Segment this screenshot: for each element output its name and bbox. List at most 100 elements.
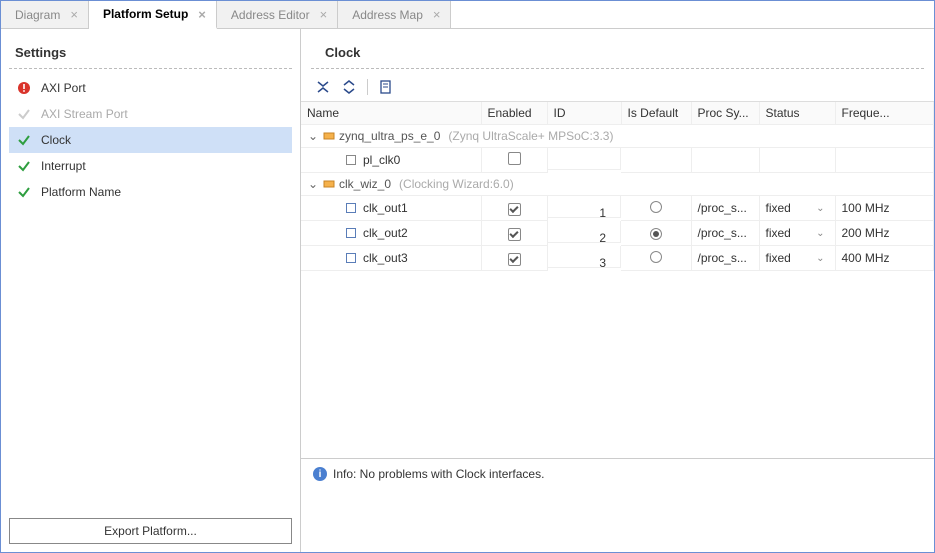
col-id[interactable]: ID	[547, 102, 621, 125]
info-bar: i Info: No problems with Clock interface…	[301, 458, 934, 552]
clock-id	[548, 148, 622, 170]
table-row[interactable]: clk_out1 1 /proc_s... fixed ⌄ 100 MHz	[301, 196, 934, 221]
tab-label: Address Editor	[231, 8, 310, 22]
clock-panel: Clock Name Enabled	[301, 29, 934, 552]
chevron-down-icon[interactable]: ⌄	[816, 203, 824, 214]
is-default-radio[interactable]	[650, 228, 662, 240]
table-header-row: Name Enabled ID Is Default Proc Sy... St…	[301, 102, 934, 125]
freq-cell: 400 MHz	[835, 246, 934, 271]
document-icon[interactable]	[378, 79, 394, 95]
status-value: fixed	[766, 226, 791, 240]
close-icon[interactable]: ×	[70, 7, 78, 22]
expand-all-icon[interactable]	[341, 79, 357, 95]
clock-id[interactable]: 1	[548, 196, 622, 218]
port-icon	[345, 252, 357, 264]
group-meta: (Zynq UltraScale+ MPSoC:3.3)	[448, 129, 613, 143]
enabled-checkbox[interactable]	[508, 228, 521, 241]
enabled-checkbox[interactable]	[508, 152, 521, 165]
proc-sys-cell	[691, 148, 759, 173]
check-icon	[17, 133, 31, 147]
col-frequency[interactable]: Freque...	[835, 102, 934, 125]
collapse-all-icon[interactable]	[315, 79, 331, 95]
settings-item-label: AXI Port	[41, 81, 86, 95]
status-cell	[759, 148, 835, 173]
port-icon	[345, 227, 357, 239]
info-text: Info: No problems with Clock interfaces.	[333, 467, 544, 481]
tab-address-map[interactable]: Address Map ×	[338, 1, 451, 28]
settings-item-platform-name[interactable]: Platform Name	[9, 179, 292, 205]
tab-label: Diagram	[15, 8, 60, 22]
settings-item-label: Interrupt	[41, 159, 86, 173]
chevron-down-icon[interactable]: ⌄	[307, 177, 319, 191]
freq-cell: 100 MHz	[835, 196, 934, 221]
freq-cell	[835, 148, 934, 173]
enabled-checkbox[interactable]	[508, 253, 521, 266]
proc-sys-cell[interactable]: /proc_s...	[691, 246, 759, 271]
chevron-down-icon[interactable]: ⌄	[816, 253, 824, 264]
tab-label: Platform Setup	[103, 7, 188, 21]
tab-label: Address Map	[352, 8, 423, 22]
proc-sys-cell[interactable]: /proc_s...	[691, 196, 759, 221]
clock-name: clk_out3	[363, 251, 408, 265]
settings-item-clock[interactable]: Clock	[9, 127, 292, 153]
clock-toolbar	[301, 75, 934, 99]
close-icon[interactable]: ×	[198, 7, 206, 22]
check-icon	[17, 185, 31, 199]
tab-address-editor[interactable]: Address Editor ×	[217, 1, 338, 28]
group-meta: (Clocking Wizard:6.0)	[399, 177, 514, 191]
clock-id[interactable]: 2	[548, 221, 622, 243]
clock-name: clk_out2	[363, 226, 408, 240]
settings-item-axi-stream-port[interactable]: AXI Stream Port	[9, 101, 292, 127]
is-default-radio[interactable]	[650, 251, 662, 263]
toolbar-separator	[367, 79, 368, 95]
settings-item-label: Clock	[41, 133, 71, 147]
group-name: zynq_ultra_ps_e_0	[339, 129, 440, 143]
group-name: clk_wiz_0	[339, 177, 391, 191]
close-icon[interactable]: ×	[433, 7, 441, 22]
ip-block-icon	[323, 130, 335, 142]
clock-id[interactable]: 3	[548, 246, 622, 268]
table-row[interactable]: pl_clk0	[301, 148, 934, 173]
settings-header: Settings	[9, 39, 292, 69]
settings-item-interrupt[interactable]: Interrupt	[9, 153, 292, 179]
is-default-cell	[621, 148, 691, 173]
port-icon	[345, 154, 357, 166]
chevron-down-icon[interactable]: ⌄	[307, 129, 319, 143]
col-name[interactable]: Name	[301, 102, 481, 125]
status-value: fixed	[766, 201, 791, 215]
table-row[interactable]: clk_out2 2 /proc_s... fixed ⌄ 200 MHz	[301, 221, 934, 246]
port-icon	[345, 202, 357, 214]
close-icon[interactable]: ×	[320, 7, 328, 22]
error-icon	[17, 81, 31, 95]
check-icon	[17, 107, 31, 121]
clock-name: clk_out1	[363, 201, 408, 215]
ip-block-icon	[323, 178, 335, 190]
enabled-checkbox[interactable]	[508, 203, 521, 216]
tab-bar: Diagram × Platform Setup × Address Edito…	[1, 1, 934, 29]
clock-header: Clock	[311, 39, 924, 69]
chevron-down-icon[interactable]: ⌄	[816, 228, 824, 239]
settings-list: AXI Port AXI Stream Port Clock Interrupt	[9, 75, 292, 518]
settings-item-axi-port[interactable]: AXI Port	[9, 75, 292, 101]
table-group-row[interactable]: ⌄ zynq_ultra_ps_e_0 (Zynq UltraScale+ MP…	[301, 125, 934, 148]
col-status[interactable]: Status	[759, 102, 835, 125]
tab-platform-setup[interactable]: Platform Setup ×	[89, 1, 217, 29]
table-group-row[interactable]: ⌄ clk_wiz_0 (Clocking Wizard:6.0)	[301, 173, 934, 196]
clock-name: pl_clk0	[363, 153, 400, 167]
col-is-default[interactable]: Is Default	[621, 102, 691, 125]
settings-item-label: Platform Name	[41, 185, 121, 199]
proc-sys-cell[interactable]: /proc_s...	[691, 221, 759, 246]
clock-table: Name Enabled ID Is Default Proc Sy... St…	[301, 101, 934, 458]
freq-cell: 200 MHz	[835, 221, 934, 246]
is-default-radio[interactable]	[650, 201, 662, 213]
info-icon: i	[313, 467, 327, 481]
tab-diagram[interactable]: Diagram ×	[1, 1, 89, 28]
check-icon	[17, 159, 31, 173]
settings-panel: Settings AXI Port AXI Stream Port Clock	[1, 29, 301, 552]
export-platform-button[interactable]: Export Platform...	[9, 518, 292, 544]
status-value: fixed	[766, 251, 791, 265]
col-enabled[interactable]: Enabled	[481, 102, 547, 125]
table-row[interactable]: clk_out3 3 /proc_s... fixed ⌄ 400 MHz	[301, 246, 934, 271]
settings-item-label: AXI Stream Port	[41, 107, 128, 121]
col-proc-sys[interactable]: Proc Sy...	[691, 102, 759, 125]
